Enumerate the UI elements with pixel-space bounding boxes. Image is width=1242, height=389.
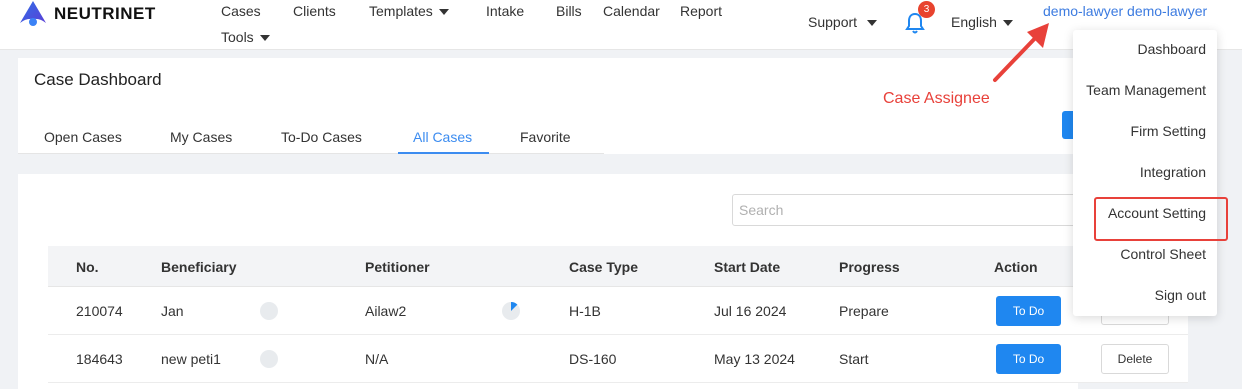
annotation-label: Case Assignee: [883, 90, 990, 107]
petitioner-progress-icon: [502, 302, 520, 320]
progress-status: Prepare: [839, 303, 889, 319]
petitioner-name: Ailaw2: [365, 303, 407, 319]
chevron-down-icon: [867, 20, 878, 27]
tab-favorite[interactable]: Favorite: [520, 129, 571, 145]
menu-item-sign-out[interactable]: Sign out: [1155, 287, 1206, 303]
annotation-arrow-icon: [993, 23, 1049, 82]
annotation-highlight-box: [1094, 197, 1228, 241]
column-header-start-date: Start Date: [714, 259, 781, 275]
table-header: No. Beneficiary Petitioner Case Type Sta…: [48, 246, 1188, 287]
support-label: Support: [808, 14, 858, 30]
nav-bills[interactable]: Bills: [556, 3, 582, 19]
chevron-down-icon: [438, 9, 449, 16]
case-type: DS-160: [569, 351, 617, 367]
active-tab-indicator: [398, 152, 489, 154]
column-header-beneficiary: Beneficiary: [161, 259, 237, 275]
menu-item-dashboard[interactable]: Dashboard: [1138, 41, 1207, 57]
table-row[interactable]: 184643 new peti1 N/A DS-160 May 13 2024 …: [48, 335, 1188, 383]
brand-logo[interactable]: NEUTRINET: [18, 0, 156, 28]
column-header-no: No.: [76, 259, 99, 275]
nav-tools-label: Tools: [221, 29, 254, 45]
beneficiary-name: new peti1: [161, 351, 221, 367]
tab-todo-cases[interactable]: To-Do Cases: [281, 129, 362, 145]
column-header-petitioner: Petitioner: [365, 259, 430, 275]
petitioner-name: N/A: [365, 351, 389, 367]
menu-item-integration[interactable]: Integration: [1140, 164, 1206, 180]
chevron-down-icon: [259, 35, 270, 42]
case-number: 184643: [76, 351, 123, 367]
case-type: H-1B: [569, 303, 601, 319]
top-navbar: NEUTRINET Cases Clients Templates Intake…: [0, 0, 1242, 50]
column-header-progress: Progress: [839, 259, 900, 275]
progress-status: Start: [839, 351, 869, 367]
notification-badge: 3: [918, 1, 935, 18]
case-tabs: Open Cases My Cases To-Do Cases All Case…: [18, 119, 604, 154]
beneficiary-name: Jan: [161, 303, 184, 319]
column-header-action: Action: [994, 259, 1038, 275]
nav-clients[interactable]: Clients: [293, 3, 336, 19]
column-header-case-type: Case Type: [569, 259, 638, 275]
search-input[interactable]: [732, 194, 1078, 226]
beneficiary-status-icon: [260, 350, 278, 368]
case-number: 210074: [76, 303, 123, 319]
tab-all-cases[interactable]: All Cases: [413, 129, 472, 145]
menu-item-team-management[interactable]: Team Management: [1086, 82, 1206, 98]
nav-intake[interactable]: Intake: [486, 3, 524, 19]
menu-item-firm-setting[interactable]: Firm Setting: [1131, 123, 1206, 139]
nav-tools[interactable]: Tools: [221, 29, 270, 45]
beneficiary-status-icon: [260, 302, 278, 320]
logo-icon: [20, 1, 46, 26]
brand-name: NEUTRINET: [54, 4, 156, 23]
delete-button[interactable]: Delete: [1101, 344, 1169, 374]
nav-templates[interactable]: Templates: [369, 3, 449, 19]
tab-my-cases[interactable]: My Cases: [170, 129, 232, 145]
todo-button[interactable]: To Do: [996, 296, 1061, 326]
todo-button[interactable]: To Do: [996, 344, 1061, 374]
menu-item-control-sheet[interactable]: Control Sheet: [1120, 246, 1206, 262]
nav-report[interactable]: Report: [680, 3, 722, 19]
nav-cases[interactable]: Cases: [221, 3, 261, 19]
nav-templates-label: Templates: [369, 3, 433, 19]
user-dropdown-menu: Dashboard Team Management Firm Setting I…: [1073, 30, 1217, 316]
user-menu-trigger[interactable]: demo-lawyer demo-lawyer: [1043, 3, 1207, 19]
nav-calendar[interactable]: Calendar: [603, 3, 660, 19]
start-date: Jul 16 2024: [714, 303, 787, 319]
page-title: Case Dashboard: [34, 70, 162, 89]
table-row[interactable]: 210074 Jan Ailaw2 H-1B Jul 16 2024 Prepa…: [48, 287, 1188, 335]
tab-open-cases[interactable]: Open Cases: [44, 129, 122, 145]
support-menu[interactable]: Support: [808, 14, 878, 30]
start-date: May 13 2024: [714, 351, 795, 367]
